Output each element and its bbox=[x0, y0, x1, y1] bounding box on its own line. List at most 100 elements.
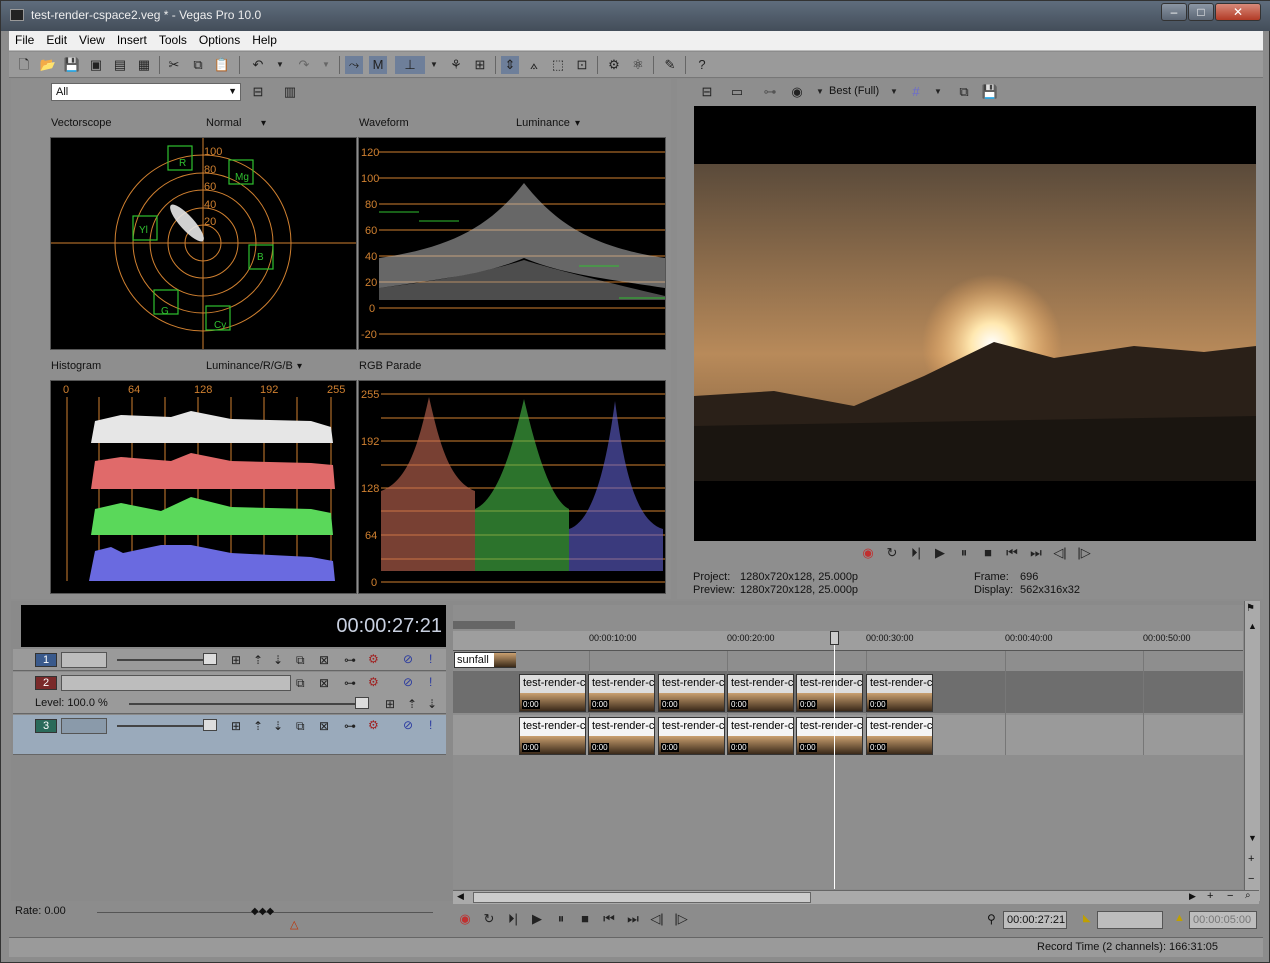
go-to-start-icon[interactable]: ⏮ bbox=[597, 911, 621, 927]
make-compositing-child-icon[interactable]: ⇡ bbox=[253, 719, 263, 733]
envelope-tool-icon[interactable]: ⟑ bbox=[525, 56, 543, 74]
make-compositing-parent-icon[interactable]: ⇣ bbox=[273, 719, 283, 733]
compositing-mode-icon[interactable]: ⧉ bbox=[296, 653, 305, 668]
paste-icon[interactable]: 📋 bbox=[213, 56, 231, 74]
snapping-dropdown-icon[interactable]: ▼ bbox=[425, 56, 443, 74]
waveform-mode[interactable]: Luminance bbox=[516, 117, 570, 129]
vectorscope-mode[interactable]: Normal bbox=[206, 117, 241, 129]
auto-crossfade-icon[interactable]: ⚘ bbox=[447, 56, 465, 74]
menu-edit[interactable]: Edit bbox=[40, 31, 73, 49]
zoom-in-time-icon[interactable]: + bbox=[1207, 890, 1213, 902]
menu-file[interactable]: File bbox=[9, 31, 40, 49]
gear-icon[interactable]: ⚙ bbox=[368, 652, 379, 666]
play-icon[interactable]: ▶ bbox=[928, 545, 952, 561]
go-to-end-icon[interactable]: ⏭ bbox=[1024, 545, 1048, 561]
redo-icon[interactable]: ↷ bbox=[295, 56, 313, 74]
playhead-handle[interactable] bbox=[830, 631, 839, 645]
clip[interactable]: test-render-c 0:00 bbox=[796, 717, 863, 755]
preview-properties-icon[interactable]: ⊟ bbox=[698, 83, 716, 101]
chevron-down-icon[interactable]: ▾ bbox=[575, 118, 580, 129]
track-header-2[interactable]: 2 ⧉ ⊠ ⊶ ⚙ ⊘ ! Level: 100.0 % ⊞ ⇡ ⇣ bbox=[13, 672, 446, 714]
settings-icon[interactable]: ⊟ bbox=[249, 83, 267, 101]
properties-icon[interactable]: ▦ bbox=[135, 56, 153, 74]
opacity-slider[interactable] bbox=[117, 725, 207, 727]
make-compositing-child-icon[interactable]: ⇡ bbox=[253, 653, 263, 667]
overlays-dropdown-icon[interactable]: ▼ bbox=[811, 83, 829, 101]
stop-icon[interactable]: ■ bbox=[976, 545, 1000, 560]
compositing-mode-icon[interactable]: ⧉ bbox=[296, 676, 305, 691]
rate-knob-icon[interactable]: ◆◆◆ bbox=[251, 906, 274, 917]
redo-dropdown-icon[interactable]: ▼ bbox=[317, 56, 335, 74]
chevron-down-icon[interactable]: ▾ bbox=[261, 118, 266, 129]
maximize-button[interactable]: □ bbox=[1188, 3, 1214, 21]
clip[interactable]: test-render-c 0:00 bbox=[588, 674, 655, 712]
clip[interactable]: test-render-c 0:00 bbox=[588, 717, 655, 755]
lock-envelopes-icon[interactable]: M bbox=[369, 56, 387, 74]
save-as-icon[interactable]: ▣ bbox=[87, 56, 105, 74]
grouping-icon[interactable]: ⊞ bbox=[471, 56, 489, 74]
solo-icon[interactable]: ! bbox=[429, 652, 432, 666]
zoom-out-icon[interactable]: − bbox=[1248, 873, 1254, 885]
menu-insert[interactable]: Insert bbox=[111, 31, 153, 49]
undo-icon[interactable]: ↶ bbox=[249, 56, 267, 74]
mixer-icon[interactable]: ⚙ bbox=[605, 56, 623, 74]
scope-filter-select[interactable]: All ▼ bbox=[51, 83, 241, 101]
grid-icon[interactable]: # bbox=[907, 83, 925, 101]
play-icon[interactable]: ▶ bbox=[525, 911, 549, 927]
mute-icon[interactable]: ⊘ bbox=[403, 675, 413, 689]
fx-icon[interactable]: ⊞ bbox=[231, 719, 241, 733]
loop-region[interactable] bbox=[453, 621, 515, 629]
gear-icon[interactable]: ⚙ bbox=[368, 675, 379, 689]
motion-icon[interactable]: ⊠ bbox=[319, 653, 329, 667]
record-icon[interactable]: ◉ bbox=[453, 911, 477, 927]
next-frame-icon[interactable]: |▷ bbox=[669, 911, 693, 927]
selection-length-field[interactable]: 00:00:05:00 bbox=[1189, 911, 1257, 929]
copy-snapshot-icon[interactable]: ⧉ bbox=[955, 83, 973, 101]
opacity-slider[interactable] bbox=[117, 659, 207, 661]
motion-icon[interactable]: ⊠ bbox=[319, 719, 329, 733]
zoom-tool-icon[interactable]: ⌕ bbox=[1245, 890, 1251, 901]
selection-start-field[interactable] bbox=[1097, 911, 1163, 929]
loop-icon[interactable]: ↻ bbox=[477, 911, 501, 927]
make-compositing-parent-icon[interactable]: ⇣ bbox=[427, 697, 437, 711]
histogram-mode[interactable]: Luminance/R/G/B bbox=[206, 360, 293, 372]
play-from-start-icon[interactable]: ⏵| bbox=[904, 545, 928, 561]
snapping-icon[interactable]: ⊥ bbox=[395, 56, 425, 74]
save-snapshot-icon[interactable]: 💾 bbox=[981, 83, 999, 101]
zoom-tool-icon[interactable]: ⊡ bbox=[573, 56, 591, 74]
zoom-in-icon[interactable]: + bbox=[1248, 853, 1254, 865]
gear-icon[interactable]: ⚙ bbox=[368, 718, 379, 732]
update-scopes-icon[interactable]: ▥ bbox=[281, 83, 299, 101]
previous-frame-icon[interactable]: ◁| bbox=[645, 911, 669, 927]
open-icon[interactable]: 📂 bbox=[39, 56, 57, 74]
clip[interactable]: test-render-c 0:00 bbox=[658, 674, 725, 712]
preview-quality[interactable]: Best (Full) bbox=[829, 85, 879, 97]
whats-this-icon[interactable]: ? bbox=[693, 56, 711, 74]
play-from-start-icon[interactable]: ⏵| bbox=[501, 911, 525, 927]
loop-icon[interactable]: ↻ bbox=[880, 545, 904, 561]
clip[interactable]: test-render-c 0:00 bbox=[519, 717, 586, 755]
cursor-time-field[interactable]: 00:00:27:21 bbox=[1003, 911, 1067, 929]
solo-icon[interactable]: ! bbox=[429, 718, 432, 732]
minimize-button[interactable]: – bbox=[1161, 3, 1187, 21]
stop-icon[interactable]: ■ bbox=[573, 911, 597, 926]
clip[interactable]: test-render-c 0:00 bbox=[727, 674, 794, 712]
mute-icon[interactable]: ⊘ bbox=[403, 718, 413, 732]
make-compositing-parent-icon[interactable]: ⇣ bbox=[273, 653, 283, 667]
quality-dropdown-icon[interactable]: ▼ bbox=[885, 83, 903, 101]
close-button[interactable]: ✕ bbox=[1215, 3, 1261, 21]
scroll-up-icon[interactable]: ▲ bbox=[1248, 621, 1257, 631]
track-header-3[interactable]: 3 ⊞ ⇡ ⇣ ⧉ ⊠ ⊶ ⚙ ⊘ ! bbox=[13, 715, 446, 755]
clip[interactable]: test-render-c 0:00 bbox=[866, 674, 933, 712]
render-icon[interactable]: ▤ bbox=[111, 56, 129, 74]
scroll-left-icon[interactable]: ◀ bbox=[457, 891, 464, 902]
menu-options[interactable]: Options bbox=[193, 31, 246, 49]
previous-frame-icon[interactable]: ◁| bbox=[1048, 545, 1072, 561]
go-to-start-icon[interactable]: ⏮ bbox=[1000, 545, 1024, 561]
pause-icon[interactable]: ⏸ bbox=[952, 545, 976, 561]
normal-edit-tool-icon[interactable]: ⇕ bbox=[501, 56, 519, 74]
vertical-scrollbar[interactable]: ⚑ ▲ ▼ + − bbox=[1244, 601, 1260, 901]
scroll-down-icon[interactable]: ▼ bbox=[1248, 833, 1257, 843]
opacity-knob[interactable] bbox=[203, 653, 217, 665]
clip[interactable]: test-render-c 0:00 bbox=[658, 717, 725, 755]
